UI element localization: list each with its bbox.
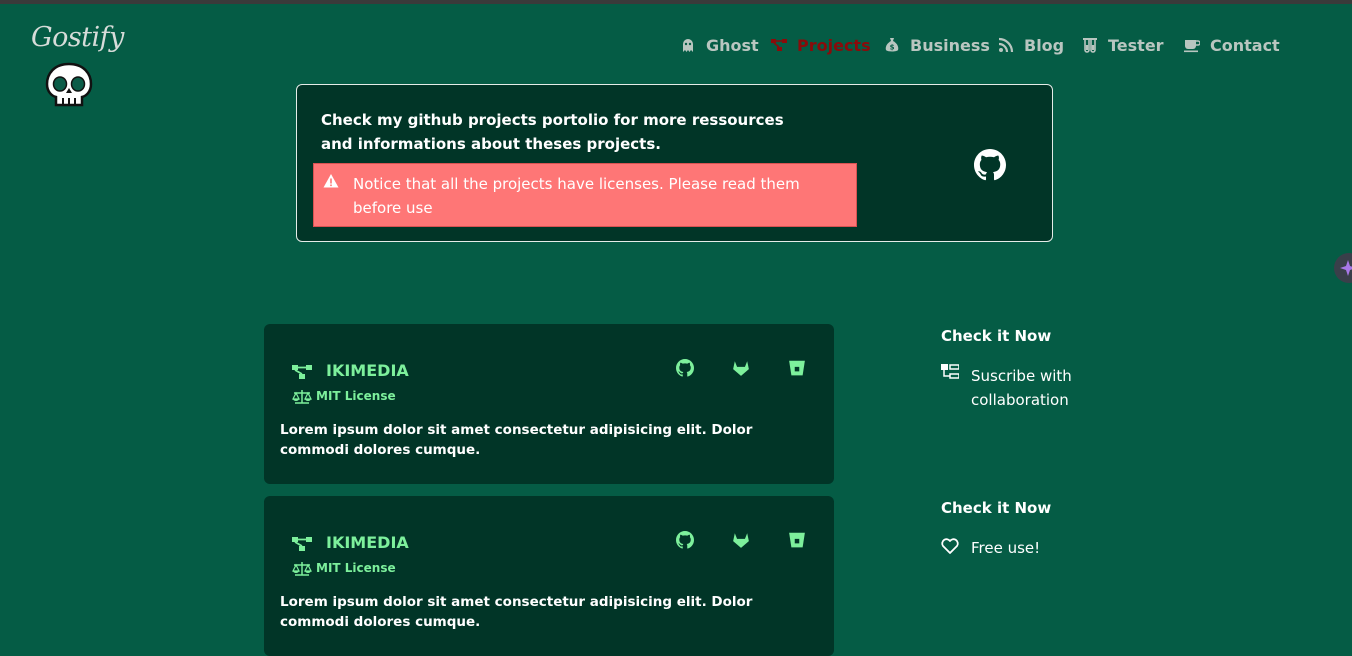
github-icon[interactable]: [676, 359, 694, 377]
sidebar-item-text[interactable]: Free use!: [971, 536, 1101, 560]
flask-icon: [1083, 38, 1097, 53]
bitbucket-icon[interactable]: [788, 359, 806, 377]
balance-scale-icon: [292, 390, 312, 404]
gitlab-icon[interactable]: [732, 359, 750, 377]
project-card: IKIMEDIA MIT License Lorem ipsum dolor s…: [264, 496, 834, 656]
license-notice-text: Notice that all the projects have licens…: [353, 175, 800, 217]
bitbucket-icon[interactable]: [788, 531, 806, 549]
svg-text:$: $: [890, 44, 895, 52]
window-top-bar: [0, 0, 1352, 4]
assistant-bubble[interactable]: [1334, 253, 1352, 283]
nav-item-contact[interactable]: Contact: [1184, 34, 1280, 56]
project-description: Lorem ipsum dolor sit amet consectetur a…: [280, 422, 753, 458]
heart-icon: [941, 538, 959, 554]
project-title[interactable]: IKIMEDIA: [326, 533, 409, 552]
balance-scale-icon: [292, 562, 312, 576]
warning-icon: [323, 174, 339, 188]
nav-label-blog: Blog: [1024, 35, 1065, 55]
ghost-icon: [683, 39, 693, 52]
brand-logo-text[interactable]: Gostify: [31, 22, 124, 53]
gitlab-icon[interactable]: [732, 531, 750, 549]
project-title[interactable]: IKIMEDIA: [326, 361, 409, 380]
nav-label-projects: Projects: [797, 35, 871, 55]
sitemap-icon: [941, 364, 959, 379]
sidebar-title: Check it Now: [941, 327, 1052, 345]
nav-item-business[interactable]: $ Business: [884, 34, 990, 56]
project-diagram-icon: [292, 365, 312, 379]
project-diagram-icon: [771, 39, 787, 51]
github-icon[interactable]: [676, 531, 694, 549]
project-description: Lorem ipsum dolor sit amet consectetur a…: [280, 594, 753, 630]
rss-icon: [998, 37, 1014, 53]
nav-item-tester[interactable]: Tester: [1082, 34, 1164, 56]
project-license[interactable]: MIT License: [316, 389, 396, 403]
project-card: IKIMEDIA MIT License Lorem ipsum dolor s…: [264, 324, 834, 484]
portfolio-info-text: Check my github projects portolio for mo…: [321, 111, 784, 153]
project-license[interactable]: MIT License: [316, 561, 396, 575]
sparkle-icon: [1340, 260, 1352, 276]
project-diagram-icon: [292, 537, 312, 551]
nav-label-ghost: Ghost: [706, 35, 759, 55]
skull-logo-icon[interactable]: [44, 62, 94, 108]
nav-item-ghost[interactable]: Ghost: [680, 34, 759, 56]
nav-label-contact: Contact: [1210, 35, 1280, 55]
nav-label-business: Business: [910, 35, 990, 55]
nav-item-blog[interactable]: Blog: [998, 34, 1064, 56]
license-notice-alert: Notice that all the projects have licens…: [313, 163, 857, 227]
nav-item-projects[interactable]: Projects: [771, 34, 871, 56]
nav-label-tester: Tester: [1108, 35, 1164, 55]
coffee-cup-icon: [1184, 40, 1200, 53]
sidebar-item-text[interactable]: Suscribe with collaboration: [971, 364, 1101, 412]
sidebar-title: Check it Now: [941, 499, 1052, 517]
money-bag-icon: $: [885, 38, 899, 52]
github-portfolio-box: Check my github projects portolio for mo…: [296, 84, 1053, 242]
github-icon[interactable]: [974, 149, 1006, 181]
